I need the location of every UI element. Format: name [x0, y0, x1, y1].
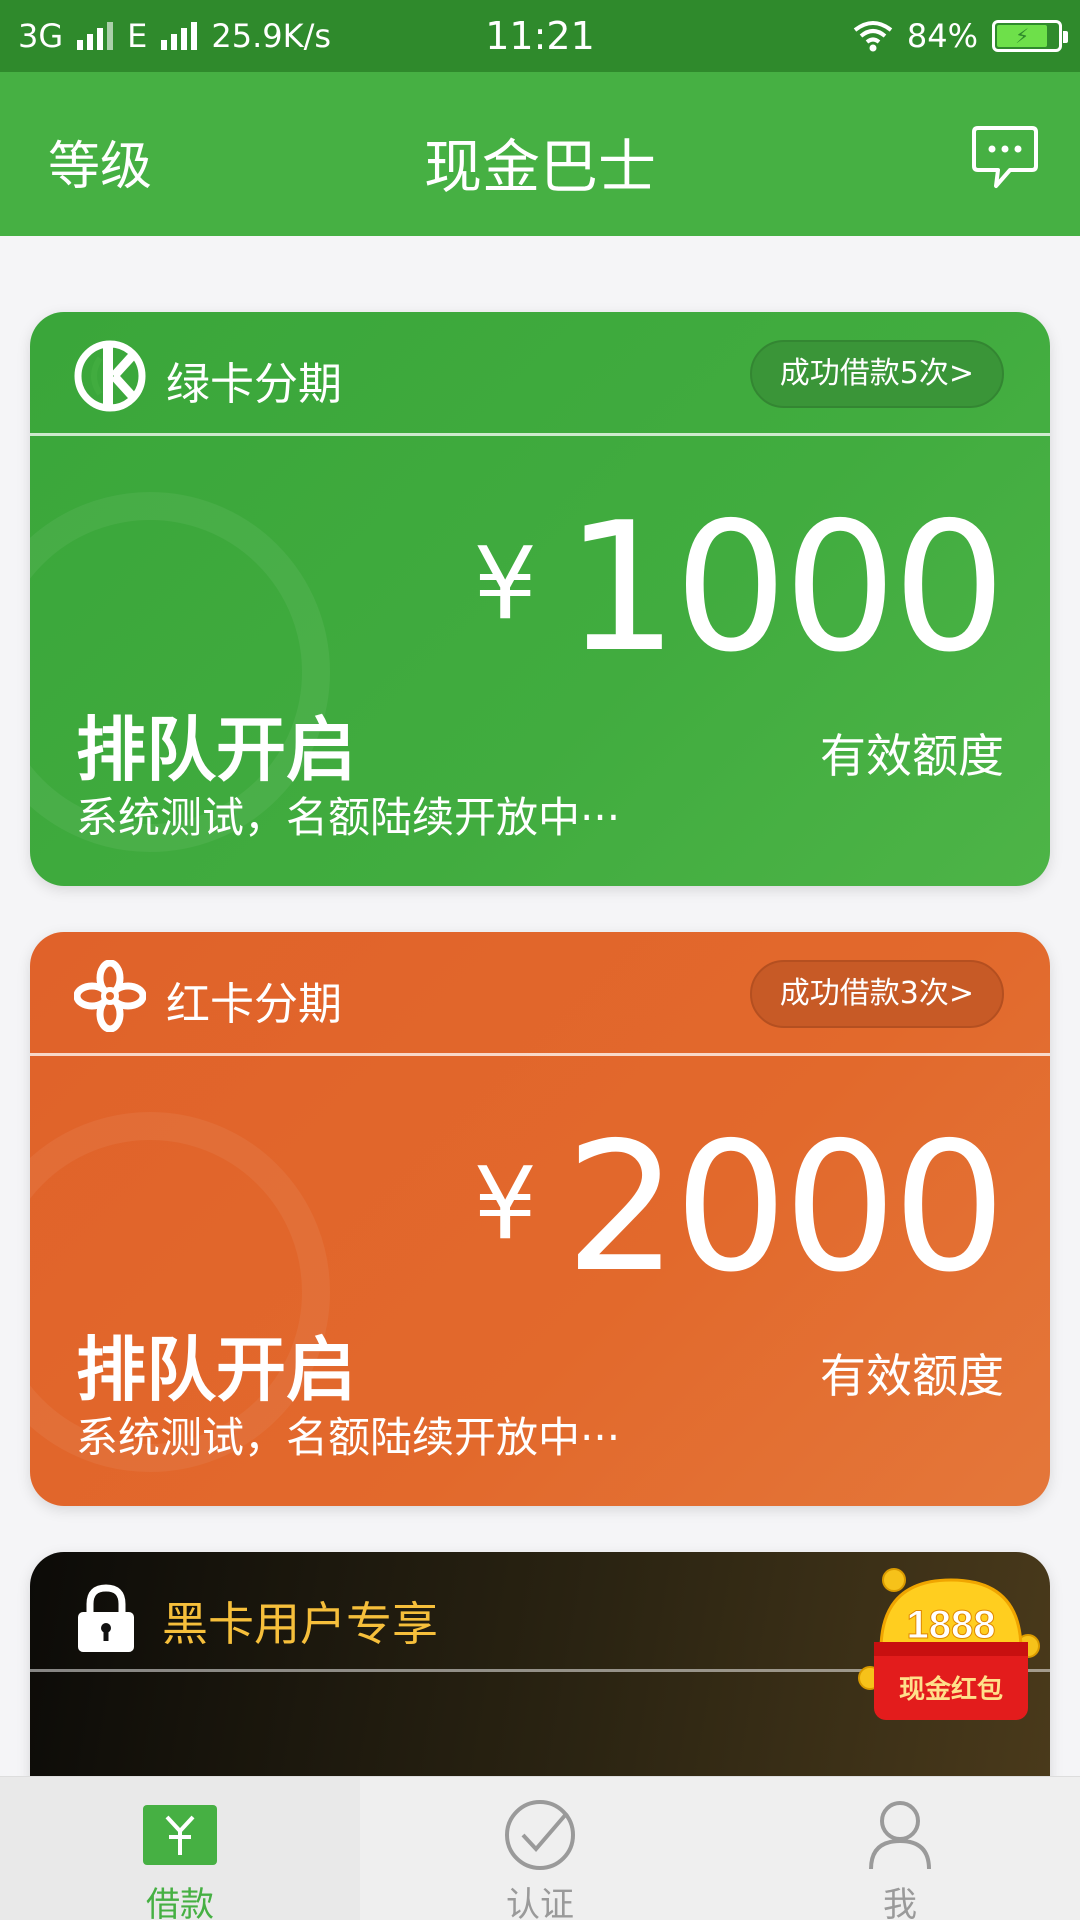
level-button[interactable]: 等级: [48, 124, 152, 199]
card-header: 红卡分期 成功借款3次>: [30, 932, 1050, 1056]
tab-bar: 借款 认证 我: [0, 1776, 1080, 1920]
amount-row: ¥ 2000: [473, 1104, 1006, 1311]
signal-icon: [77, 22, 114, 50]
green-card-logo-icon: [74, 340, 146, 412]
credit-amount: 2000: [565, 1104, 1006, 1311]
card-name: 绿卡分期: [166, 359, 342, 410]
lock-icon: [78, 1584, 134, 1652]
queue-title: 排队开启: [76, 1329, 356, 1411]
status-right: 84% ⚡: [853, 17, 1068, 55]
tab-label: 我: [883, 1885, 917, 1920]
network-speed: 25.9K/s: [211, 17, 332, 55]
red-packet-icon[interactable]: 1888 现金红包: [856, 1560, 1046, 1730]
tab-loan[interactable]: 借款: [0, 1777, 360, 1920]
limit-label: 有效额度: [820, 729, 1004, 783]
tab-me[interactable]: 我: [720, 1777, 1080, 1920]
flower-logo-icon: [74, 960, 146, 1032]
signal-icon-2: [161, 22, 198, 50]
status-left: 3G E 25.9K/s: [18, 17, 331, 55]
red-card[interactable]: 红卡分期 成功借款3次> ¥ 2000 有效额度 排队开启 系统测试，名额陆续开…: [30, 932, 1050, 1506]
wifi-icon: [853, 21, 893, 52]
app-header: 等级 现金巴士: [0, 72, 1080, 236]
queue-title: 排队开启: [76, 709, 356, 791]
tab-label: 认证: [506, 1885, 574, 1920]
network-type-2: E: [127, 17, 148, 55]
tab-label: 借款: [146, 1885, 214, 1920]
black-card-name: 黑卡用户专享: [162, 1597, 438, 1651]
loan-count-badge[interactable]: 成功借款5次>: [749, 340, 1004, 408]
limit-label: 有效额度: [820, 1349, 1004, 1403]
battery-icon: ⚡: [992, 20, 1068, 52]
credit-amount: 1000: [565, 484, 1006, 691]
amount-row: ¥ 1000: [473, 484, 1006, 691]
queue-subtitle: 系统测试，名额陆续开放中···: [76, 793, 621, 842]
card-header: 绿卡分期 成功借款5次>: [30, 312, 1050, 436]
card-name: 红卡分期: [166, 979, 342, 1030]
green-card[interactable]: 绿卡分期 成功借款5次> ¥ 1000 有效额度 排队开启 系统测试，名额陆续开…: [30, 312, 1050, 886]
check-circle-icon: [505, 1800, 575, 1870]
red-packet-label: 现金红包: [899, 1674, 1003, 1705]
person-icon: [869, 1801, 931, 1870]
red-packet-amount: 1888: [907, 1603, 996, 1647]
page-title: 现金巴士: [423, 133, 656, 201]
currency-symbol: ¥: [473, 1145, 537, 1262]
battery-percent: 84%: [906, 17, 978, 55]
tab-verify[interactable]: 认证: [360, 1777, 720, 1920]
status-bar: 3G E 25.9K/s 11:21 84% ⚡: [0, 0, 1080, 72]
queue-subtitle: 系统测试，名额陆续开放中···: [76, 1413, 621, 1462]
loan-count-badge[interactable]: 成功借款3次>: [749, 960, 1004, 1028]
chat-bubble-icon[interactable]: [970, 124, 1040, 192]
currency-symbol: ¥: [473, 525, 537, 642]
network-type-1: 3G: [18, 17, 64, 55]
loan-icon: [143, 1805, 217, 1865]
